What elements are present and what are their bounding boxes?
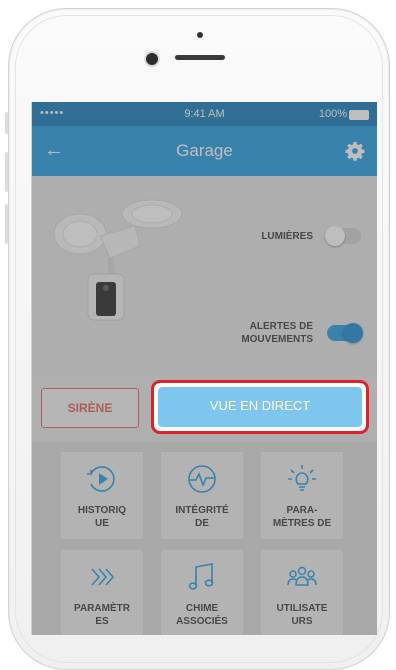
status-bar: ••••• 9:41 AM 100%	[32, 102, 377, 126]
tile-users[interactable]: UTILISATE URS	[261, 550, 343, 635]
tile-label: PARA- MÈTRES DE	[272, 505, 332, 529]
motion-alerts-toggle[interactable]	[327, 323, 363, 343]
health-pulse-icon	[188, 465, 216, 493]
users-group-icon	[287, 566, 317, 586]
tile-health[interactable]: INTÉGRITÉ DE	[161, 452, 243, 539]
tile-history[interactable]: HISTORIQ UE	[61, 452, 143, 539]
device-hero: LUMIÈRES ALERTES DE MOUVEMENTS	[32, 176, 377, 376]
tile-motion-settings[interactable]: PARAMÈTR ES	[61, 550, 143, 635]
motion-alerts-label: ALERTES DE MOUVEMENTS	[241, 321, 313, 345]
tile-label: HISTORIQ UE	[77, 505, 127, 529]
music-note-icon	[188, 563, 214, 590]
siren-button[interactable]: SIRÈNE	[41, 388, 139, 428]
gear-icon[interactable]	[345, 141, 365, 161]
lights-label: LUMIÈRES	[261, 230, 313, 242]
tile-label: CHIME ASSOCIÉS	[176, 603, 228, 627]
toggle-knob	[325, 226, 345, 246]
volume-up-button	[5, 152, 8, 192]
light-bulb-icon	[288, 465, 316, 491]
live-view-button[interactable]: VUE EN DIRECT	[158, 387, 362, 427]
page-title: Garage	[176, 141, 233, 160]
tile-light-settings[interactable]: PARA- MÈTRES DE	[261, 452, 343, 539]
proximity-sensor	[197, 32, 203, 38]
tile-chimes[interactable]: CHIME ASSOCIÉS	[161, 550, 243, 635]
battery-icon	[349, 110, 369, 120]
earpiece-speaker	[175, 55, 225, 60]
volume-down-button	[5, 204, 8, 244]
app-screen: ••••• 9:41 AM 100% ← Garage LUMIÈRES ALE	[31, 102, 377, 635]
toggle-row-motion: ALERTES DE MOUVEMENTS	[241, 320, 363, 346]
mute-switch	[5, 112, 8, 134]
lights-toggle[interactable]	[325, 226, 361, 246]
tile-label: UTILISATE URS	[276, 603, 328, 627]
toggle-knob	[343, 323, 363, 343]
front-camera	[144, 51, 160, 67]
battery-percent: 100%	[318, 108, 347, 120]
motion-chevrons-icon	[91, 568, 115, 586]
play-circle-icon	[87, 466, 115, 492]
toggle-row-lights: LUMIÈRES	[261, 226, 361, 246]
feature-grid: HISTORIQ UE INTÉGRITÉ DE PARA- MÈTRES DE…	[32, 442, 377, 635]
tile-label: PARAMÈTR ES	[74, 603, 130, 627]
live-view-highlight: VUE EN DIRECT	[151, 380, 369, 434]
floodlight-camera-image	[53, 199, 183, 321]
tile-label: INTÉGRITÉ DE	[175, 505, 229, 529]
nav-bar: ← Garage	[32, 126, 377, 176]
